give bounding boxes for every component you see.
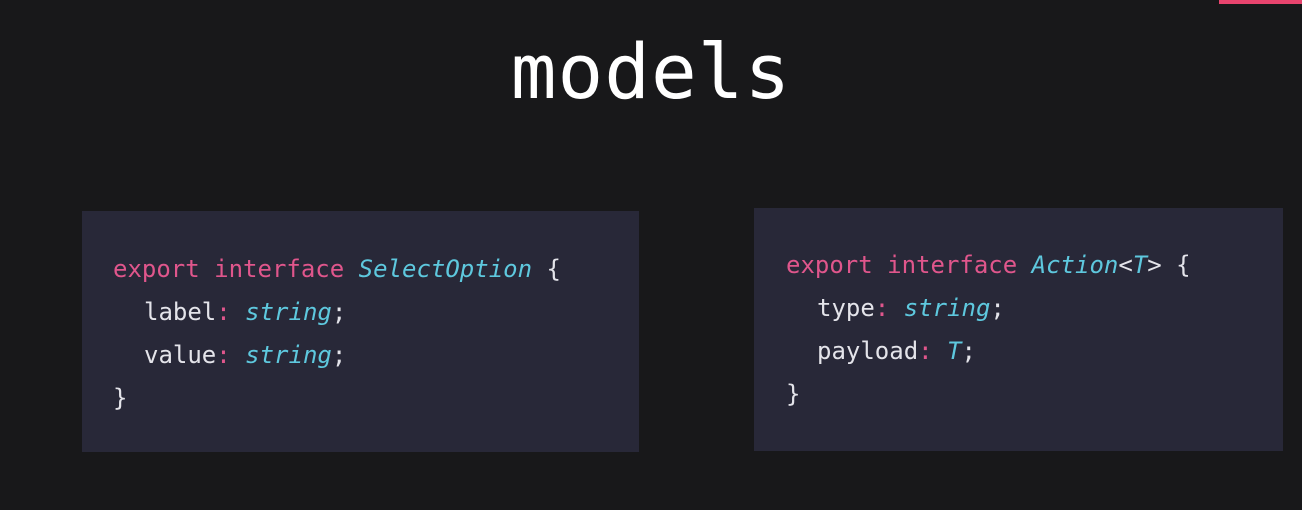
keyword-interface: interface — [887, 251, 1018, 279]
code-line-close: } — [786, 373, 1283, 416]
colon: : — [874, 294, 890, 322]
colon: : — [216, 341, 231, 369]
property-name: payload — [817, 337, 919, 365]
interface-name: Action — [1031, 251, 1119, 279]
open-brace: { — [1176, 251, 1191, 279]
code-line-property-payload: payload: T; — [786, 330, 1283, 373]
colon: : — [216, 298, 231, 326]
code-line-interface-declaration: export interface SelectOption { — [113, 248, 639, 291]
semicolon: ; — [990, 294, 1005, 322]
semicolon: ; — [331, 298, 347, 326]
code-line-close: } — [113, 377, 639, 420]
semicolon: ; — [961, 337, 976, 365]
close-brace: } — [113, 384, 128, 412]
property-name: label — [144, 298, 217, 326]
code-panel-action: export interface Action<T> { type: strin… — [754, 208, 1283, 451]
interface-name: SelectOption — [358, 255, 533, 283]
semicolon: ; — [331, 341, 347, 369]
generic-close-bracket: > — [1147, 251, 1162, 279]
code-line-property-value: value: string; — [113, 334, 639, 377]
property-type: string — [903, 294, 991, 322]
open-brace: { — [546, 255, 561, 283]
code-line-interface-declaration: export interface Action<T> { — [786, 244, 1283, 287]
generic-type-parameter: T — [1132, 251, 1148, 279]
generic-open-bracket: < — [1118, 251, 1133, 279]
keyword-export: export — [113, 255, 200, 283]
keyword-interface: interface — [214, 255, 345, 283]
slide-title: models — [510, 27, 792, 116]
property-name: value — [144, 341, 217, 369]
property-type: T — [947, 337, 962, 365]
code-line-property-type: type: string; — [786, 287, 1283, 330]
close-brace: } — [786, 380, 801, 408]
property-name: type — [817, 294, 875, 322]
property-type: string — [245, 298, 332, 326]
colon: : — [918, 337, 933, 365]
code-panel-select-option: export interface SelectOption { label: s… — [82, 211, 639, 452]
keyword-export: export — [786, 251, 873, 279]
accent-bar — [1219, 0, 1302, 4]
code-line-property-label: label: string; — [113, 291, 639, 334]
property-type: string — [245, 341, 332, 369]
